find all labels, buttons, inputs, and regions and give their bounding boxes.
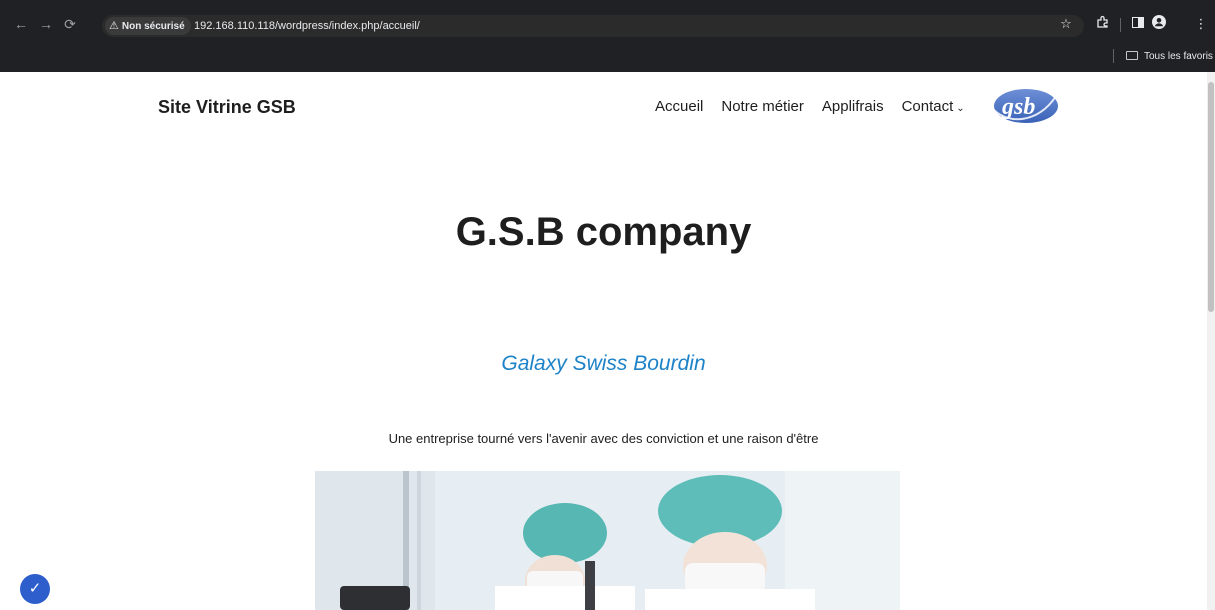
- lab-scientists-photo: [315, 471, 900, 610]
- bookmark-star-icon[interactable]: ☆: [1057, 15, 1075, 33]
- site-title[interactable]: Site Vitrine GSB: [158, 96, 296, 118]
- forward-arrow-icon[interactable]: →: [38, 16, 54, 32]
- page-heading: G.S.B company: [455, 210, 752, 254]
- reload-icon[interactable]: ⟳: [62, 16, 78, 32]
- back-arrow-icon[interactable]: ←: [13, 16, 29, 32]
- security-indicator[interactable]: ⚠ Non sécurisé: [105, 17, 191, 35]
- all-bookmarks-button[interactable]: Tous les favoris: [1126, 49, 1213, 65]
- bookmarks-label: Tous les favoris: [1144, 51, 1213, 62]
- extensions-icon[interactable]: [1094, 15, 1112, 33]
- folder-icon: [1126, 51, 1138, 60]
- profile-icon[interactable]: [1150, 15, 1168, 33]
- intro-paragraph: Une entreprise tourné vers l'avenir avec…: [388, 431, 819, 446]
- menu-kebab-icon[interactable]: ⋮: [1192, 15, 1210, 33]
- logo-text: gsb: [1001, 94, 1035, 120]
- tab-strip: [0, 0, 1215, 10]
- nav-item-applifrais[interactable]: Applifrais: [822, 98, 884, 118]
- bookmarks-bar: [0, 42, 1215, 72]
- side-panel-icon[interactable]: [1129, 15, 1147, 33]
- security-label: Non sécurisé: [121, 21, 185, 32]
- accessibility-widget-icon[interactable]: ✓: [20, 574, 50, 604]
- nav-item-contact-label: Contact: [901, 98, 954, 115]
- gsb-logo[interactable]: gsb: [988, 84, 1060, 128]
- company-subheading: Galaxy Swiss Bourdin: [501, 352, 706, 375]
- scrollbar-thumb[interactable]: [1208, 82, 1214, 312]
- nav-item-accueil[interactable]: Accueil: [655, 98, 703, 118]
- nav-item-notre-metier[interactable]: Notre métier: [721, 98, 804, 118]
- url-text[interactable]: 192.168.110.118/wordpress/index.php/accu…: [194, 19, 420, 33]
- bookmarks-divider: [1113, 49, 1114, 63]
- chevron-down-icon: ⌄: [956, 103, 965, 114]
- nav-item-contact[interactable]: Contact ⌄: [902, 98, 965, 118]
- warning-icon: ⚠: [109, 20, 119, 32]
- toolbar-divider: [1120, 18, 1121, 32]
- main-navigation: Accueil Notre métier Applifrais Contact ⌄: [655, 98, 965, 118]
